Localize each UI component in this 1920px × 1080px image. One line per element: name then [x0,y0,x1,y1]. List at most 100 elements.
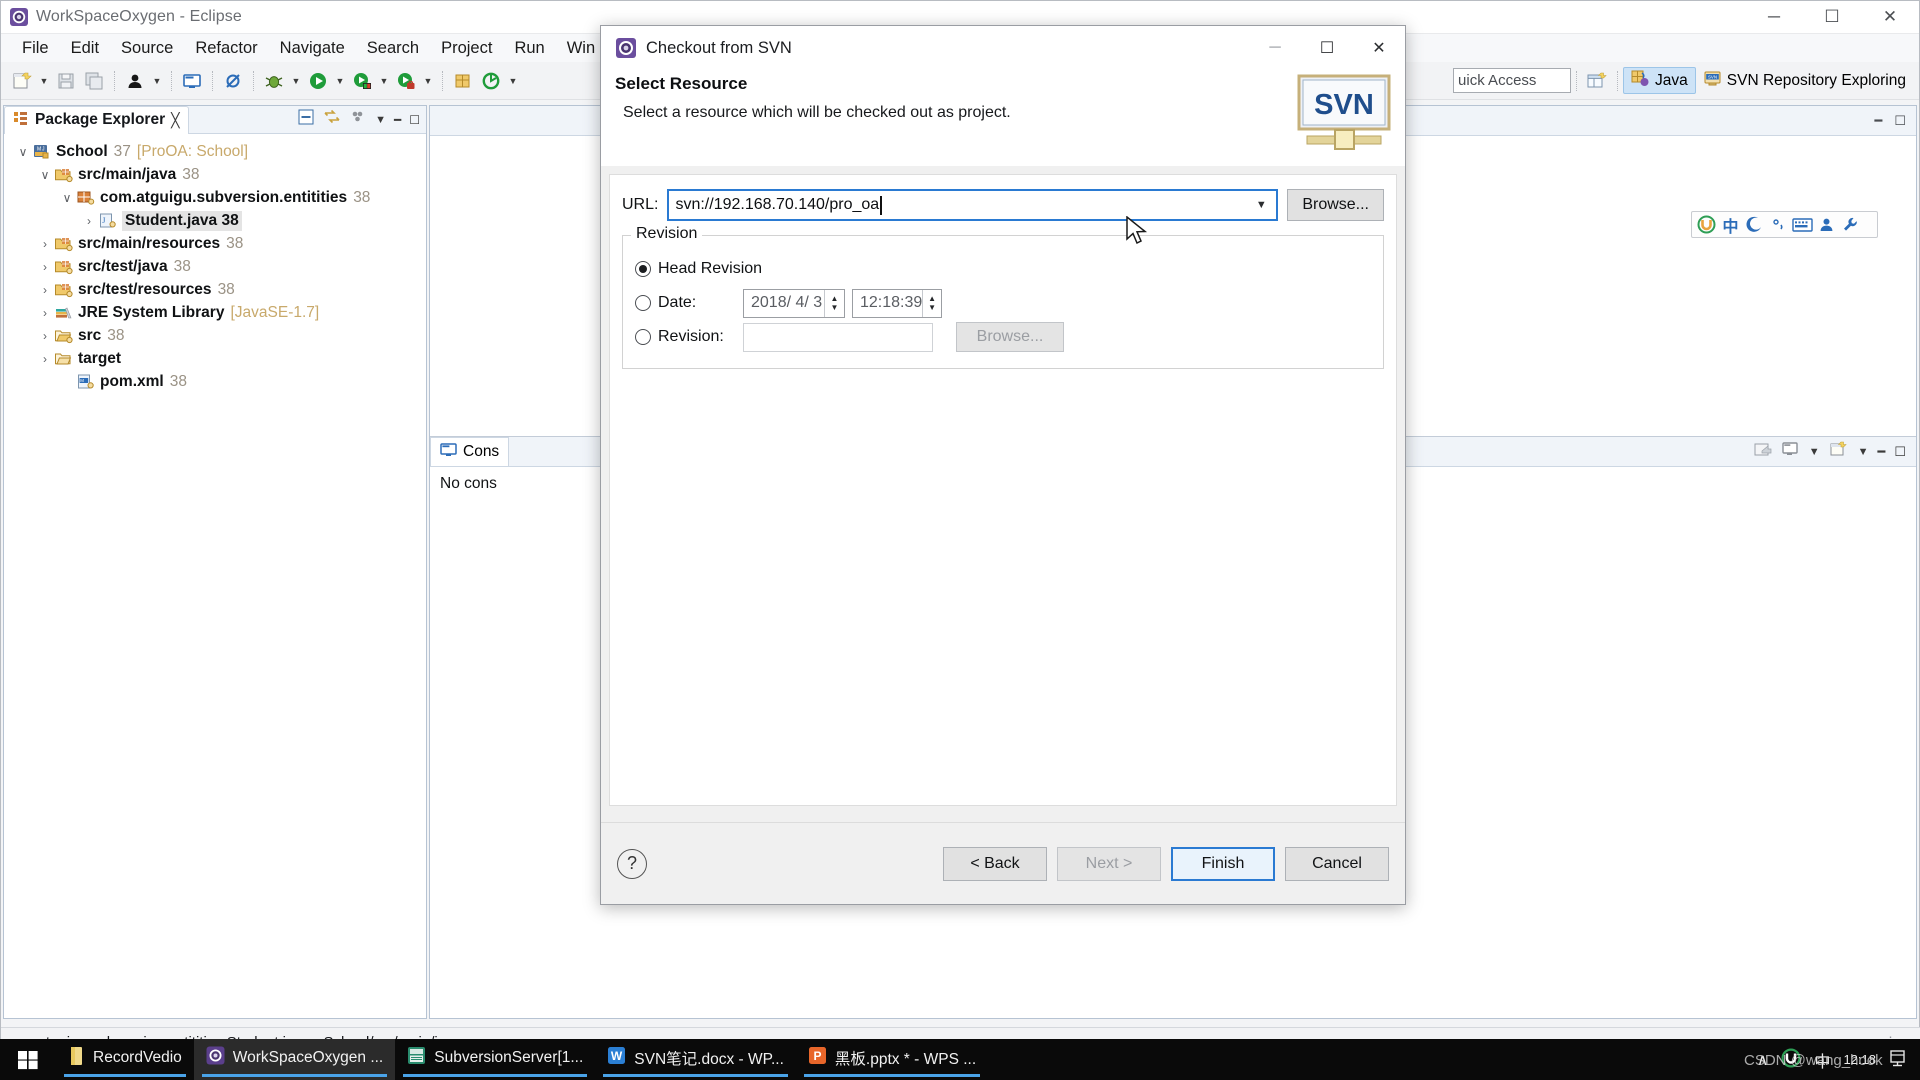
menu-item-edit[interactable]: Edit [60,37,110,60]
save-icon[interactable] [53,68,79,94]
menu-item-refactor[interactable]: Refactor [184,37,268,60]
menu-item-file[interactable]: File [11,37,60,60]
tree-row-target[interactable]: › target [4,347,426,370]
console-monitor-icon[interactable] [179,68,205,94]
taskbar-item-workspaceoxygen[interactable]: WorkSpaceOxygen ... [193,1039,396,1080]
run-ant-dropdown-icon[interactable]: ▼ [421,68,435,94]
open-console-icon[interactable] [1753,441,1772,463]
dialog-minimize-button[interactable]: ─ [1249,26,1301,70]
debug-dropdown-icon[interactable]: ▼ [289,68,303,94]
tree-row-package[interactable]: ∨ com.atguigu.subversion.entitities 38 [4,186,426,209]
twisty-icon[interactable]: ∨ [58,191,76,205]
person-icon[interactable] [122,68,148,94]
taskbar-item-subversionserver[interactable]: SubversionServer[1... [395,1039,595,1080]
link-with-editor-icon[interactable] [323,108,341,131]
window-maximize-button[interactable]: ☐ [1803,1,1861,34]
dialog-maximize-button[interactable]: ☐ [1301,26,1353,70]
person-dropdown-icon[interactable]: ▼ [150,68,164,94]
collapse-all-icon[interactable] [297,108,315,131]
chevron-down-icon[interactable]: ▼ [1246,191,1276,219]
windows-start-icon[interactable] [0,1039,56,1080]
open-perspective-icon[interactable] [1582,68,1612,94]
git-dropdown-icon[interactable]: ▼ [506,68,520,94]
twisty-icon[interactable]: › [36,329,54,343]
twisty-icon[interactable]: › [36,260,54,274]
time-spinner-arrows[interactable]: ▲ ▼ [922,289,941,317]
taskbar-item-blackboard-pptx[interactable]: P 黑板.pptx * - WPS ... [796,1039,988,1080]
half-width-icon[interactable] [1744,214,1765,235]
run-external-tools-icon[interactable] [349,68,375,94]
menu-item-project[interactable]: Project [430,37,503,60]
new-package-icon[interactable] [450,68,476,94]
display-selected-console-icon[interactable] [1781,441,1800,463]
tree-row-src[interactable]: › src 38 [4,324,426,347]
tools-icon[interactable] [1840,214,1861,235]
twisty-icon[interactable]: › [80,214,98,228]
perspective-java[interactable]: Java [1623,67,1696,94]
menu-item-window[interactable]: Win [556,37,606,60]
url-combo-input[interactable]: svn://192.168.70.140/pro_oa ▼ [667,189,1279,221]
help-icon[interactable]: ? [617,848,647,879]
minimize-icon[interactable]: ━ [1878,444,1886,460]
show-desktop-icon[interactable] [1889,1048,1906,1072]
tab-console[interactable]: Cons [430,437,510,466]
chinese-mode-icon[interactable]: 中 [1720,214,1741,236]
tree-row-pom-xml[interactable]: M pom.xml 38 [4,370,426,393]
next-button[interactable]: Next > [1057,846,1161,881]
run-icon[interactable] [305,68,331,94]
menu-item-search[interactable]: Search [356,37,430,60]
save-all-icon[interactable] [81,68,107,94]
tree-row-src-test-java[interactable]: › src/test/java 38 [4,255,426,278]
maximize-icon[interactable]: ☐ [1894,113,1906,129]
date-spinner-arrows[interactable]: ▲ ▼ [824,289,844,317]
minimize-icon[interactable]: ━ [1875,113,1883,129]
new-wizard-dropdown-icon[interactable]: ▼ [37,68,51,94]
head-revision-row[interactable]: Head Revision [635,252,1371,286]
taskbar-item-svn-notes-docx[interactable]: W SVN笔记.docx - WP... [595,1039,796,1080]
date-revision-radio[interactable] [635,295,651,311]
new-console-icon[interactable] [1829,441,1849,463]
minimize-icon[interactable]: ━ [394,113,401,127]
menu-item-source[interactable]: Source [110,37,184,60]
punctuation-icon[interactable] [1768,214,1789,235]
time-spinner[interactable]: 12:18:39 ▲ ▼ [852,288,942,318]
tree-row-jre-system-library[interactable]: › JRE System Library [JavaSE-1.7] [4,301,426,324]
revision-number-row[interactable]: Revision: Browse... [635,320,1371,354]
twisty-icon[interactable]: › [36,306,54,320]
new-console-dropdown-icon[interactable]: ▼ [1858,446,1869,458]
taskbar-item-recordvedio[interactable]: RecordVedio [56,1039,194,1080]
git-icon[interactable] [478,68,504,94]
view-dropdown-icon[interactable]: ▼ [375,114,386,126]
window-close-button[interactable]: ✕ [1861,1,1919,34]
browse-url-button[interactable]: Browse... [1287,189,1384,221]
twisty-icon[interactable]: › [36,237,54,251]
maximize-icon[interactable]: ☐ [409,113,420,127]
twisty-icon[interactable]: › [36,283,54,297]
soft-keyboard-icon[interactable] [1792,214,1813,235]
tree-row-src-main-java[interactable]: ∨ src/main/java 38 [4,163,426,186]
close-icon[interactable]: ╳ [171,112,179,129]
debug-icon[interactable] [261,68,287,94]
window-minimize-button[interactable]: ─ [1745,1,1803,34]
quick-access-input[interactable]: uick Access [1453,68,1572,93]
cancel-button[interactable]: Cancel [1285,846,1389,881]
maximize-icon[interactable]: ☐ [1894,444,1906,460]
perspective-svn-repository-exploring[interactable]: SVN SVN Repository Exploring [1696,67,1913,94]
run-dropdown-icon[interactable]: ▼ [333,68,347,94]
tab-package-explorer[interactable]: Package Explorer ╳ [4,105,189,134]
menu-item-run[interactable]: Run [503,37,555,60]
revision-number-input[interactable] [743,322,933,352]
run-external-dropdown-icon[interactable]: ▼ [377,68,391,94]
twisty-icon[interactable]: ∨ [14,145,32,159]
tree-row-school[interactable]: ∨ MJ School 37 [ProOA: School] [4,140,426,163]
console-dropdown-icon[interactable]: ▼ [1809,446,1820,458]
skip-breakpoints-icon[interactable] [220,68,246,94]
run-ant-icon[interactable] [393,68,419,94]
revision-browse-button[interactable]: Browse... [956,322,1064,352]
twisty-icon[interactable]: ∨ [36,168,54,182]
new-wizard-icon[interactable] [9,68,35,94]
back-button[interactable]: < Back [943,846,1047,881]
tree-row-student-java[interactable]: › J Student.java 38 [4,209,426,232]
finish-button[interactable]: Finish [1171,846,1275,881]
date-spinner[interactable]: 2018/ 4/ 3 ▲ ▼ [743,288,845,318]
